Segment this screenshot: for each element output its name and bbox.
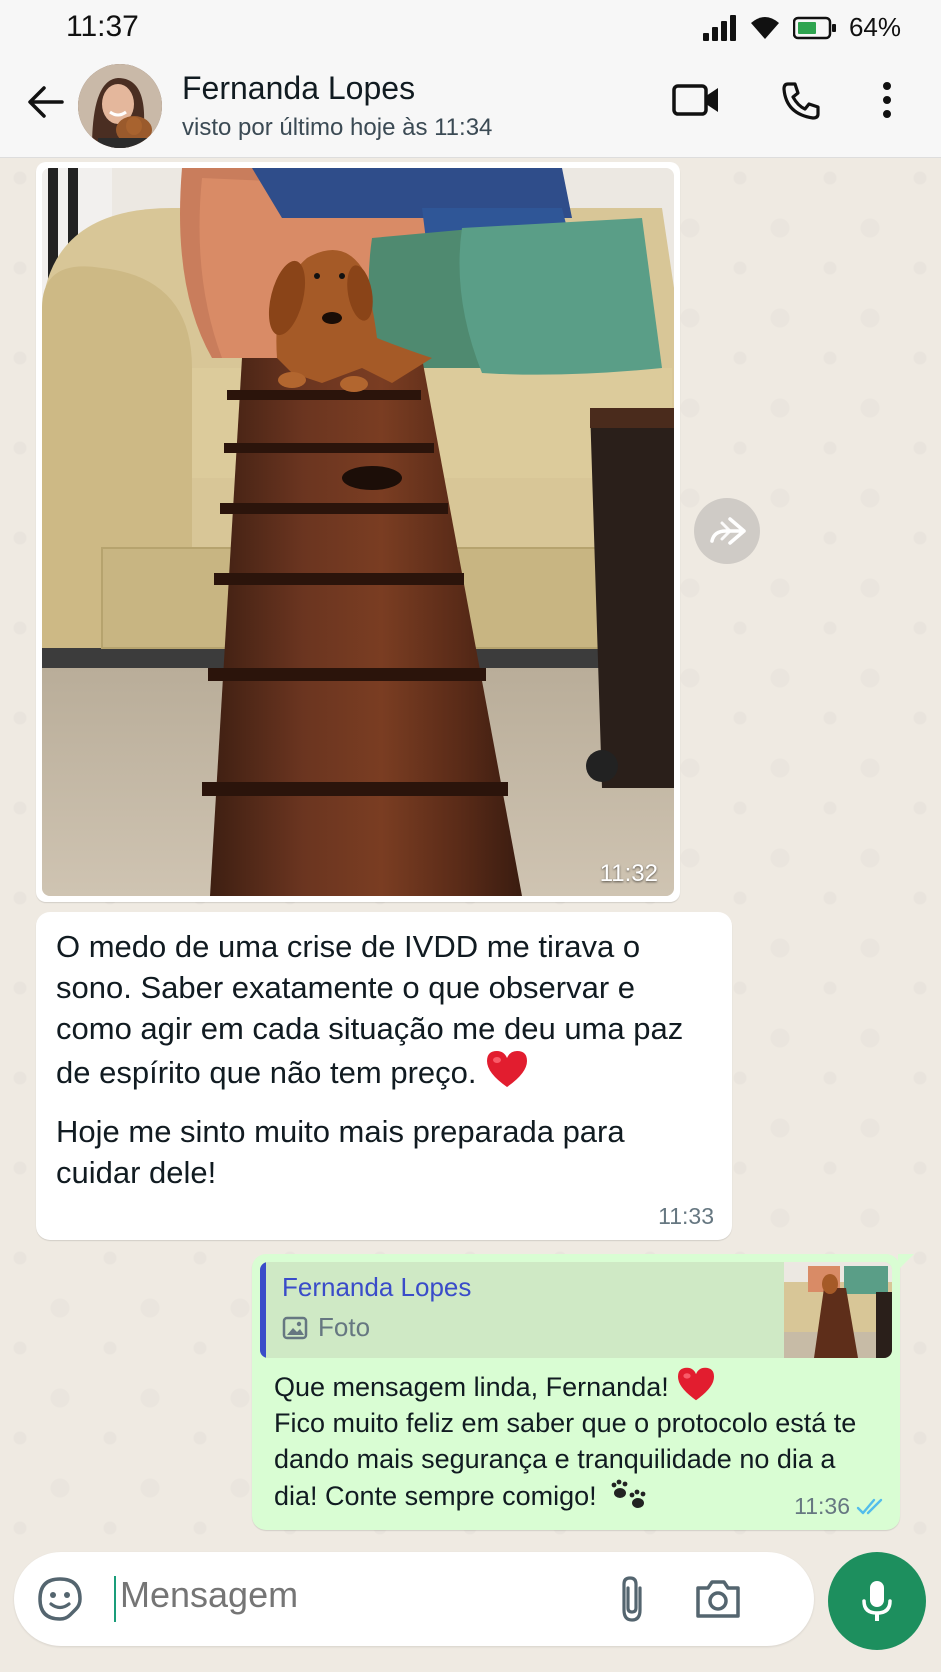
contact-avatar[interactable]	[78, 64, 162, 148]
status-icons: 64%	[702, 12, 901, 43]
forward-button[interactable]	[694, 498, 760, 564]
chat-area[interactable]: 11:32 O medo de uma crise de IVDD me tir…	[0, 158, 941, 1550]
contact-name[interactable]: Fernanda Lopes	[182, 70, 415, 107]
reply-timestamp: 11:36	[794, 1493, 850, 1519]
bubble-tail	[898, 1254, 914, 1270]
status-time: 11:37	[66, 10, 139, 43]
text-caret	[114, 1576, 116, 1622]
quoted-photo-thumbnail	[784, 1262, 892, 1358]
message-composer[interactable]	[14, 1552, 814, 1646]
last-seen-status: visto por último hoje às 11:34	[182, 114, 493, 141]
chat-header: Fernanda Lopes visto por último hoje às …	[0, 56, 941, 158]
red-heart-icon	[487, 1051, 528, 1087]
forward-icon	[710, 517, 746, 545]
quoted-media-label: Foto	[318, 1312, 371, 1342]
message-timestamp: 11:33	[658, 1203, 714, 1229]
wifi-icon	[750, 16, 779, 39]
quoted-message[interactable]: Fernanda Lopes Foto	[260, 1262, 892, 1358]
paw-prints-icon	[611, 1479, 646, 1508]
battery-icon	[792, 16, 836, 39]
reply-text: Que mensagem linda, Fernanda! Fico muito…	[260, 1358, 892, 1514]
outgoing-reply-bubble[interactable]: Fernanda Lopes Foto Que mensagem linda, …	[252, 1254, 914, 1530]
camera-icon[interactable]	[694, 1576, 742, 1620]
dog-ramp-photo[interactable]: 11:32	[42, 168, 674, 896]
reply-body: Fico muito feliz em saber que o protocol…	[274, 1408, 857, 1511]
battery-percent: 64%	[848, 12, 901, 42]
message-paragraph-1: O medo de uma crise de IVDD me tirava o …	[56, 929, 684, 1090]
red-heart-icon	[678, 1367, 715, 1401]
attach-paperclip-icon[interactable]	[614, 1574, 654, 1624]
quote-accent-bar	[260, 1262, 266, 1358]
microphone-icon	[862, 1581, 892, 1621]
message-paragraph-2: Hoje me sinto muito mais preparada para …	[56, 1114, 625, 1190]
back-arrow-icon[interactable]	[26, 82, 66, 122]
incoming-text-bubble[interactable]: O medo de uma crise de IVDD me tirava o …	[36, 912, 732, 1240]
quoted-media-type: Foto	[282, 1312, 370, 1343]
incoming-image-bubble[interactable]: 11:32	[36, 162, 680, 902]
more-vert-icon[interactable]	[880, 80, 894, 120]
reply-line-1: Que mensagem linda, Fernanda!	[274, 1372, 669, 1402]
photo-icon	[282, 1316, 308, 1339]
signal-icon	[702, 14, 736, 41]
image-timestamp: 11:32	[599, 860, 658, 887]
reply-meta: 11:36	[794, 1493, 886, 1520]
sticker-emoji-icon[interactable]	[36, 1575, 84, 1623]
message-input[interactable]	[120, 1574, 600, 1616]
voice-message-button[interactable]	[828, 1552, 926, 1650]
quoted-sender-name: Fernanda Lopes	[282, 1272, 472, 1302]
video-call-icon[interactable]	[672, 80, 720, 120]
double-check-read-icon	[856, 1498, 883, 1514]
voice-call-icon[interactable]	[780, 80, 822, 122]
status-bar: 11:37 64%	[0, 0, 941, 56]
